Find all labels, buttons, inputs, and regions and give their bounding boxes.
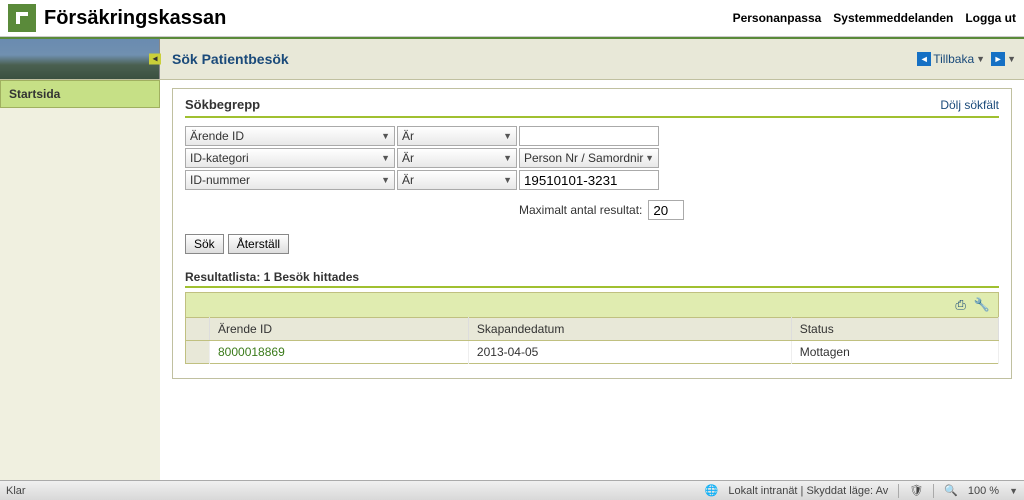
search-panel: Sökbegrepp Dölj sökfält Ärende ID▼ Är▼ I…	[172, 88, 1012, 379]
cell-created: 2013-04-05	[468, 341, 791, 364]
field-select-arende-id[interactable]: Ärende ID▼	[185, 126, 395, 146]
value-input-id-nummer[interactable]	[519, 170, 659, 190]
status-bar: Klar 🌐 Lokalt intranät | Skyddat läge: A…	[0, 480, 1024, 500]
brand: Försäkringskassan	[8, 4, 226, 32]
page-title: Sök Patientbesök	[160, 51, 301, 67]
protected-mode-icon[interactable]: 🛡	[909, 484, 923, 497]
zoom-level: 100 %	[968, 485, 999, 497]
max-results-row: Maximalt antal resultat:	[519, 200, 999, 220]
search-row-id-nummer: ID-nummer▼ Är▼	[185, 170, 999, 190]
arende-id-link[interactable]: 8000018869	[218, 345, 285, 359]
col-select	[186, 318, 210, 341]
chevron-down-icon: ▼	[1007, 54, 1016, 64]
chevron-down-icon: ▼	[503, 153, 512, 163]
main-content: Sökbegrepp Dölj sökfält Ärende ID▼ Är▼ I…	[160, 80, 1024, 488]
nav-actions: ◄ Tillbaka ▼ ► ▼	[917, 52, 1024, 66]
arrow-right-icon: ►	[991, 52, 1005, 66]
table-row[interactable]: 8000018869 2013-04-05 Mottagen	[186, 341, 999, 364]
operator-select[interactable]: Är▼	[397, 126, 517, 146]
sidebar-item-home[interactable]: Startsida	[0, 80, 160, 108]
chevron-down-icon: ▼	[381, 175, 390, 185]
col-arende-id[interactable]: Ärende ID	[210, 318, 469, 341]
security-zone: Lokalt intranät | Skyddat läge: Av	[728, 485, 888, 497]
arrow-left-icon: ◄	[917, 52, 931, 66]
chevron-down-icon: ▼	[976, 54, 985, 64]
value-input-arende-id[interactable]	[519, 126, 659, 146]
zoom-icon[interactable]: 🔍	[944, 484, 958, 497]
search-heading: Sökbegrepp	[185, 97, 260, 112]
personalize-link[interactable]: Personanpassa	[733, 11, 822, 25]
status-text: Klar	[6, 485, 26, 497]
export-icon[interactable]: ⎙	[955, 297, 965, 313]
chevron-down-icon: ▼	[381, 153, 390, 163]
logout-link[interactable]: Logga ut	[965, 11, 1016, 25]
back-button[interactable]: ◄ Tillbaka ▼	[917, 52, 985, 66]
banner-image	[0, 39, 160, 79]
brand-logo-icon	[8, 4, 36, 32]
top-links: Personanpassa Systemmeddelanden Logga ut	[733, 11, 1016, 25]
title-bar: Sök Patientbesök ◄ Tillbaka ▼ ► ▼	[0, 37, 1024, 80]
system-messages-link[interactable]: Systemmeddelanden	[833, 11, 953, 25]
hide-search-link[interactable]: Dölj sökfält	[940, 98, 999, 112]
field-select-id-kategori[interactable]: ID-kategori▼	[185, 148, 395, 168]
operator-select[interactable]: Är▼	[397, 148, 517, 168]
cell-status: Mottagen	[791, 341, 998, 364]
chevron-down-icon: ▼	[381, 131, 390, 141]
results-toolbar: ⎙ 🔧	[185, 292, 999, 317]
globe-icon: 🌐	[705, 484, 719, 497]
max-results-input[interactable]	[648, 200, 684, 220]
search-row-id-kategori: ID-kategori▼ Är▼ Person Nr / Samordnir▼	[185, 148, 999, 168]
value-select-id-kategori[interactable]: Person Nr / Samordnir▼	[519, 148, 659, 168]
settings-icon[interactable]: 🔧	[974, 297, 990, 313]
results-table: Ärende ID Skapandedatum Status 800001886…	[185, 317, 999, 364]
chevron-down-icon: ▼	[503, 175, 512, 185]
max-results-label: Maximalt antal resultat:	[519, 203, 642, 217]
search-button[interactable]: Sök	[185, 234, 224, 254]
chevron-down-icon: ▼	[645, 153, 654, 163]
col-skapandedatum[interactable]: Skapandedatum	[468, 318, 791, 341]
chevron-down-icon[interactable]: ▼	[1009, 486, 1018, 496]
forward-button[interactable]: ► ▼	[991, 52, 1016, 66]
row-select[interactable]	[186, 341, 210, 364]
reset-button[interactable]: Återställ	[228, 234, 289, 254]
app-header: Försäkringskassan Personanpassa Systemme…	[0, 0, 1024, 37]
chevron-down-icon: ▼	[503, 131, 512, 141]
col-status[interactable]: Status	[791, 318, 998, 341]
field-select-id-nummer[interactable]: ID-nummer▼	[185, 170, 395, 190]
brand-name: Försäkringskassan	[44, 7, 226, 30]
results-heading: Resultatlista: 1 Besök hittades	[185, 270, 999, 288]
sidebar: Startsida	[0, 80, 160, 488]
search-row-arende-id: Ärende ID▼ Är▼	[185, 126, 999, 146]
operator-select[interactable]: Är▼	[397, 170, 517, 190]
